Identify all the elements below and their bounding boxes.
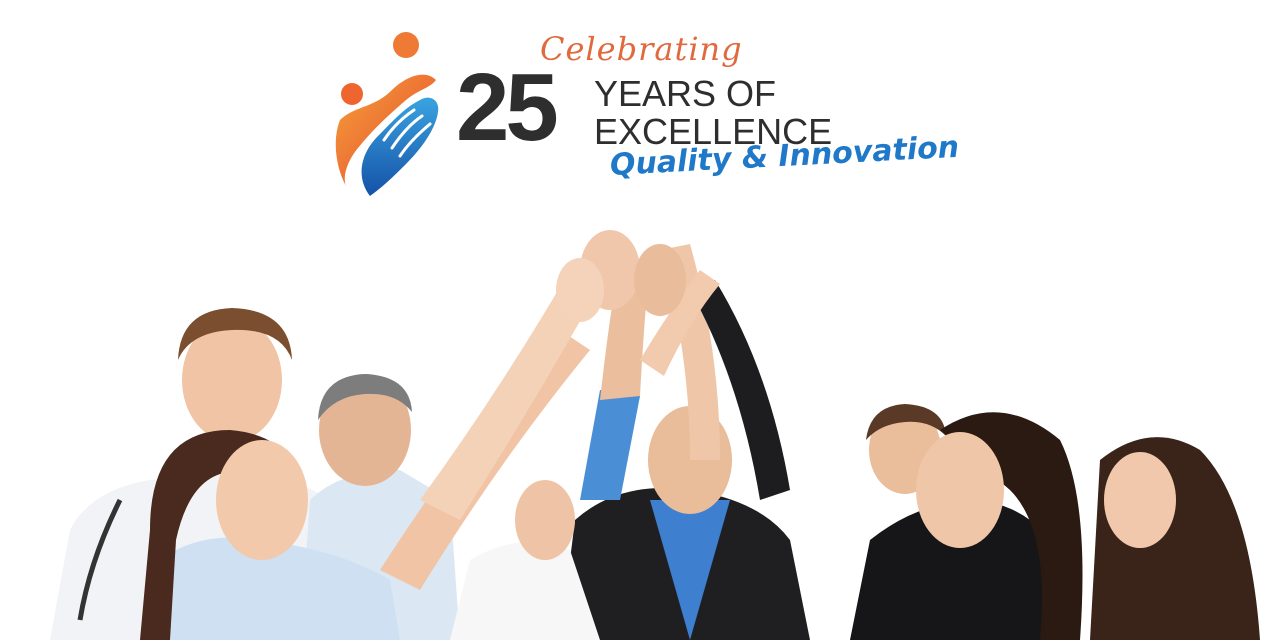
logo-script-celebrating: Celebrating	[540, 30, 743, 68]
logo-figures-icon	[335, 32, 439, 196]
banner: Celebrating 25 YEARS OF EXCELLENCE Quali…	[0, 0, 1280, 640]
person-woman-far-right	[1090, 437, 1260, 640]
team-high-five-photo	[0, 200, 1280, 640]
logo-number: 25	[456, 54, 559, 161]
logo-years-of: YEARS OF	[594, 73, 777, 114]
